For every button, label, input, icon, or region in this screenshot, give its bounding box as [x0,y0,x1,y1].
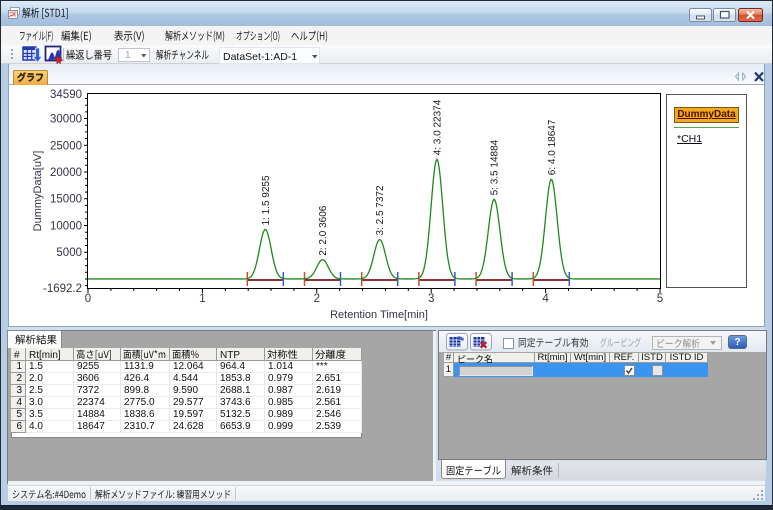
svg-text:-1692.2: -1692.2 [43,283,82,295]
svg-text:20000: 20000 [50,167,82,179]
svg-text:2: 2.0 3606: 2: 2.0 3606 [318,205,329,255]
svg-text:1: 1 [199,293,205,305]
svg-text:15000: 15000 [50,194,82,206]
svg-text:0: 0 [85,293,91,305]
svg-text:4: 3.0 22374: 4: 3.0 22374 [432,99,443,155]
svg-text:5: 5 [657,293,663,305]
svg-text:5: 3.5 14884: 5: 3.5 14884 [490,139,501,195]
svg-text:10000: 10000 [50,221,82,233]
svg-text:4: 4 [542,293,549,305]
svg-text:25000: 25000 [50,140,82,152]
svg-text:Retention Time[min]: Retention Time[min] [330,309,428,321]
svg-text:1: 1.5 9255: 1: 1.5 9255 [261,175,272,225]
svg-text:30000: 30000 [50,114,82,126]
svg-text:5000: 5000 [56,247,82,259]
svg-text:34590: 34590 [50,89,82,101]
svg-text:2: 2 [314,293,320,305]
svg-text:6: 4.0 18647: 6: 4.0 18647 [547,119,558,175]
svg-text:3: 3 [428,293,434,305]
svg-text:DummyData[uV]: DummyData[uV] [32,151,44,232]
svg-text:3: 2.5 7372: 3: 2.5 7372 [375,185,386,235]
